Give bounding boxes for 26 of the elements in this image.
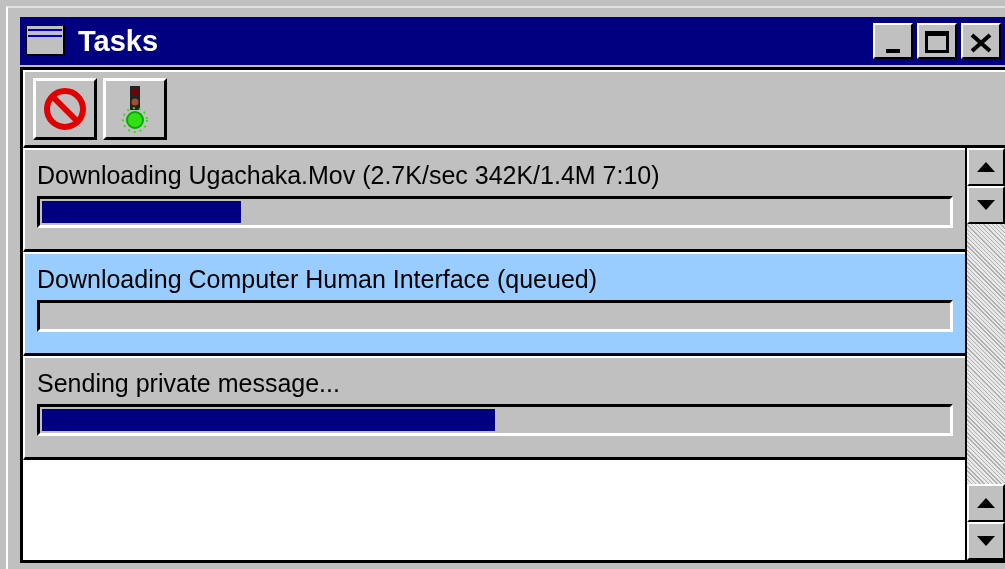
close-icon bbox=[970, 33, 992, 53]
task-item[interactable]: Sending private message... bbox=[23, 356, 965, 460]
traffic-light-button[interactable] bbox=[103, 78, 167, 140]
up-arrow-icon bbox=[976, 161, 996, 173]
down-arrow-icon bbox=[976, 535, 996, 547]
task-item[interactable]: Downloading Computer Human Interface (queued) bbox=[23, 252, 965, 356]
task-label: Sending private message... bbox=[37, 368, 341, 398]
scroll-up-button[interactable] bbox=[967, 148, 1005, 186]
down-arrow-icon bbox=[976, 199, 996, 211]
minimize-button[interactable] bbox=[873, 23, 913, 59]
task-item[interactable]: Downloading Ugachaka.Mov (2.7K/sec 342K/1.4M 7:10) bbox=[23, 148, 965, 252]
traffic-light-icon bbox=[120, 84, 150, 134]
close-button[interactable] bbox=[961, 23, 1001, 59]
window-icon[interactable] bbox=[26, 25, 66, 57]
scroll-up-button[interactable] bbox=[967, 484, 1005, 522]
maximize-icon bbox=[925, 31, 949, 53]
minimize-icon bbox=[886, 49, 900, 53]
stop-button[interactable] bbox=[33, 78, 97, 140]
scroll-down-button[interactable] bbox=[967, 522, 1005, 560]
scroll-down-button[interactable] bbox=[967, 186, 1005, 224]
maximize-button[interactable] bbox=[917, 23, 957, 59]
window-title: Tasks bbox=[78, 24, 160, 58]
up-arrow-icon bbox=[976, 497, 996, 509]
prohibited-icon bbox=[42, 86, 88, 132]
task-label: Downloading Computer Human Interface (queued) bbox=[37, 264, 599, 294]
task-label: Downloading Ugachaka.Mov (2.7K/sec 342K/1.4M 7:10) bbox=[37, 160, 661, 190]
